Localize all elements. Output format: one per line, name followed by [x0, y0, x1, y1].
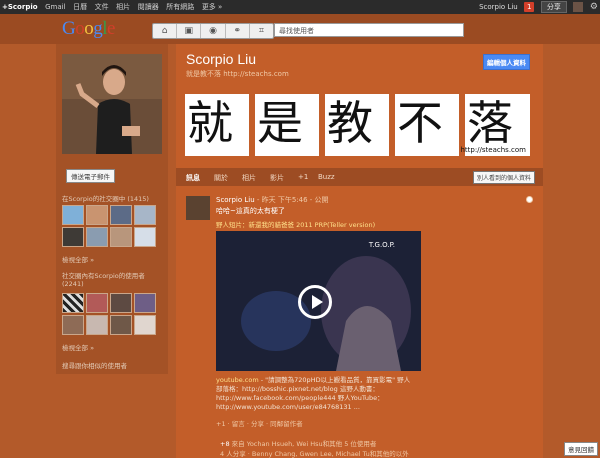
user-name-link[interactable]: Scorpio Liu [479, 3, 518, 11]
plus-header: Google ⌂ ▣ ◉ ⚭ ⌗ 尋找使用者 [0, 14, 600, 44]
banner-photo-3[interactable]: 教 [325, 94, 389, 156]
share-button[interactable]: 分享 [540, 1, 567, 13]
post-meta: - 昨天 下午5:46 - 公開 [254, 196, 329, 204]
profile-icon[interactable]: ◉ [201, 24, 226, 38]
post-header: Scorpio Liu - 昨天 下午5:46 - 公開 [216, 195, 329, 205]
avatar[interactable] [62, 205, 84, 225]
post-link-title[interactable]: 野人短片：新還我的貓爸爸 2011 PRP(Teller version) [216, 219, 375, 229]
avatar[interactable] [86, 227, 108, 247]
tab-posts[interactable]: 訊息 [186, 173, 200, 183]
left-column: 傳送電子郵件 在Scorpio的社交圈中 (1415) 檢視全部 » 社交圈內有… [56, 44, 168, 374]
post-actions[interactable]: +1 · 留言 · 分享 · 同鄰留作者 [216, 418, 303, 428]
nav-gmail[interactable]: Gmail [45, 3, 65, 11]
profile-banner: 就 是 教 不 落 http://steachs.com [185, 94, 530, 156]
tab-about[interactable]: 關於 [214, 173, 228, 183]
plus-tab-bar: ⌂ ▣ ◉ ⚭ ⌗ [152, 23, 274, 39]
in-circles-title[interactable]: 在Scorpio的社交圈中 (1415) [62, 193, 149, 203]
account-avatar[interactable] [573, 2, 584, 12]
google-bar: +Scorpio Gmail 日曆 文件 相片 閱讀器 所有網路 更多 » Sc… [0, 0, 600, 14]
post-menu-icon[interactable] [526, 196, 533, 203]
profile-photo[interactable] [62, 54, 162, 154]
games-icon[interactable]: ⌗ [250, 24, 273, 38]
find-similar-link[interactable]: 搜尋跟你相似的使用者 [62, 360, 127, 370]
banner-photo-1[interactable]: 就 [185, 94, 249, 156]
view-as-button[interactable]: 別人看到的個人資料 [472, 171, 535, 184]
people-search-input[interactable]: 尋找使用者 [274, 23, 464, 37]
avatar[interactable] [62, 293, 84, 313]
avatar[interactable] [134, 293, 156, 313]
post-card: Scorpio Liu - 昨天 下午5:46 - 公開 哈哈~這真的太有梗了 … [176, 192, 543, 458]
profile-tagline: 就是教不落 http://steachs.com [186, 70, 289, 78]
post-link-description: youtube.com - "請調整為720pHD以上觀看品質，靠買影電" 野人… [216, 376, 411, 411]
edit-profile-button[interactable]: 編輯個人資料 [483, 54, 530, 70]
avatar[interactable] [62, 227, 84, 247]
avatar[interactable] [110, 227, 132, 247]
google-bar-nav: +Scorpio Gmail 日曆 文件 相片 閱讀器 所有網路 更多 » [2, 2, 227, 12]
profile-name: Scorpio Liu [186, 51, 257, 67]
has-circles-avatars [62, 293, 156, 335]
tab-photos[interactable]: 相片 [242, 173, 256, 183]
profile-tabs: 訊息 關於 相片 影片 +1 Buzz 別人看到的個人資料 [176, 168, 543, 186]
post-author[interactable]: Scorpio Liu [216, 196, 255, 204]
avatar[interactable] [86, 315, 108, 335]
avatar[interactable] [134, 205, 156, 225]
tab-plusones[interactable]: +1 [298, 173, 308, 181]
tab-buzz[interactable]: Buzz [318, 173, 335, 181]
avatar[interactable] [110, 205, 132, 225]
has-circles-view-all[interactable]: 檢視全部 » [62, 342, 94, 352]
nav-more[interactable]: 更多 » [202, 3, 223, 11]
avatar[interactable] [110, 293, 132, 313]
post-author-avatar[interactable] [186, 196, 210, 220]
avatar[interactable] [134, 315, 156, 335]
nav-plus[interactable]: +Scorpio [2, 3, 38, 11]
banner-photo-2[interactable]: 是 [255, 94, 319, 156]
avatar[interactable] [62, 315, 84, 335]
play-icon[interactable] [298, 285, 332, 319]
tab-videos[interactable]: 影片 [270, 173, 284, 183]
google-bar-right: Scorpio Liu 1 分享 ⚙ [475, 1, 598, 13]
home-icon[interactable]: ⌂ [153, 24, 178, 38]
circles-icon[interactable]: ⚭ [226, 24, 250, 38]
send-email-button[interactable]: 傳送電子郵件 [66, 169, 115, 183]
in-circles-avatars [62, 205, 156, 247]
avatar[interactable] [86, 293, 108, 313]
nav-photos[interactable]: 相片 [116, 3, 130, 11]
nav-docs[interactable]: 文件 [95, 3, 109, 11]
nav-reader[interactable]: 閱讀器 [138, 3, 159, 11]
has-circles-title[interactable]: 社交圈內有Scorpio的使用者 (2241) [62, 270, 168, 288]
nav-web[interactable]: 所有網路 [166, 3, 194, 11]
video-title-text: T.G.O.P. [368, 241, 395, 249]
shares-line[interactable]: 4 人分享 · Benny Chang, Gwen Lee, Michael T… [220, 448, 409, 458]
banner-url-text: http://steachs.com [460, 146, 526, 154]
photos-icon[interactable]: ▣ [177, 24, 202, 38]
google-logo[interactable]: Google [62, 18, 115, 40]
banner-photo-4[interactable]: 不 [395, 94, 459, 156]
feedback-button[interactable]: 意見回饋 [564, 442, 598, 456]
gear-icon[interactable]: ⚙ [590, 2, 598, 12]
link-source[interactable]: youtube.com [216, 376, 259, 384]
in-circles-view-all[interactable]: 檢視全部 » [62, 254, 94, 264]
avatar[interactable] [86, 205, 108, 225]
post-text: 哈哈~這真的太有梗了 [216, 207, 285, 215]
profile-main: Scorpio Liu 就是教不落 http://steachs.com 編輯個… [176, 44, 543, 458]
notification-count[interactable]: 1 [524, 2, 535, 12]
plusone-line: +8 來自 Yochan Hsueh, Wei Hsu和其他 5 位使用者 [220, 440, 377, 448]
avatar[interactable] [134, 227, 156, 247]
avatar[interactable] [110, 315, 132, 335]
video-thumbnail[interactable]: T.G.O.P. [216, 231, 421, 371]
nav-calendar[interactable]: 日曆 [73, 3, 87, 11]
